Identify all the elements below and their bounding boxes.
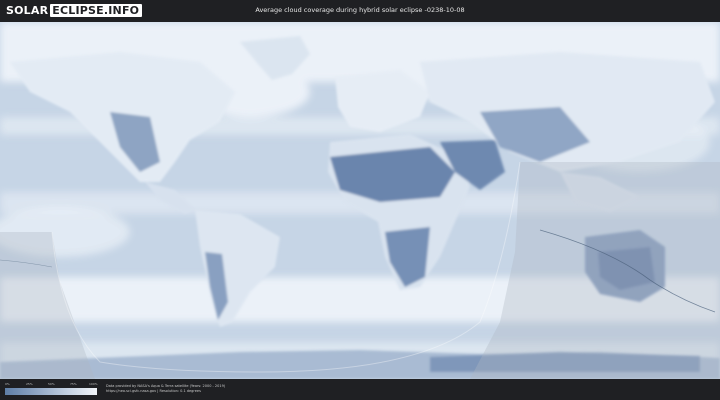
header-bar: SOLAR ECLIPSE.INFO Average cloud coverag…: [0, 0, 720, 22]
credits-line-2[interactable]: https://neo.sci.gsfc.nasa.gov | Resoluti…: [106, 389, 225, 394]
data-credits: Data provided by NASA's Aqua & Terra sat…: [106, 384, 225, 394]
legend-tick-25: 25%: [26, 382, 33, 386]
legend-tick-0: 0%: [5, 382, 10, 386]
cloud-coverage-map: [0, 22, 720, 379]
page-title: Average cloud coverage during hybrid sol…: [255, 6, 465, 14]
legend-tick-75: 75%: [70, 382, 77, 386]
legend-ticks: 0% 25% 50% 75% 100%: [5, 382, 98, 387]
legend-tick-100: 100%: [89, 382, 98, 386]
legend-color-bar: [5, 388, 97, 395]
cloud-legend: 0% 25% 50% 75% 100%: [5, 382, 98, 398]
world-map-svg: [0, 22, 720, 379]
legend-tick-50: 50%: [48, 382, 55, 386]
